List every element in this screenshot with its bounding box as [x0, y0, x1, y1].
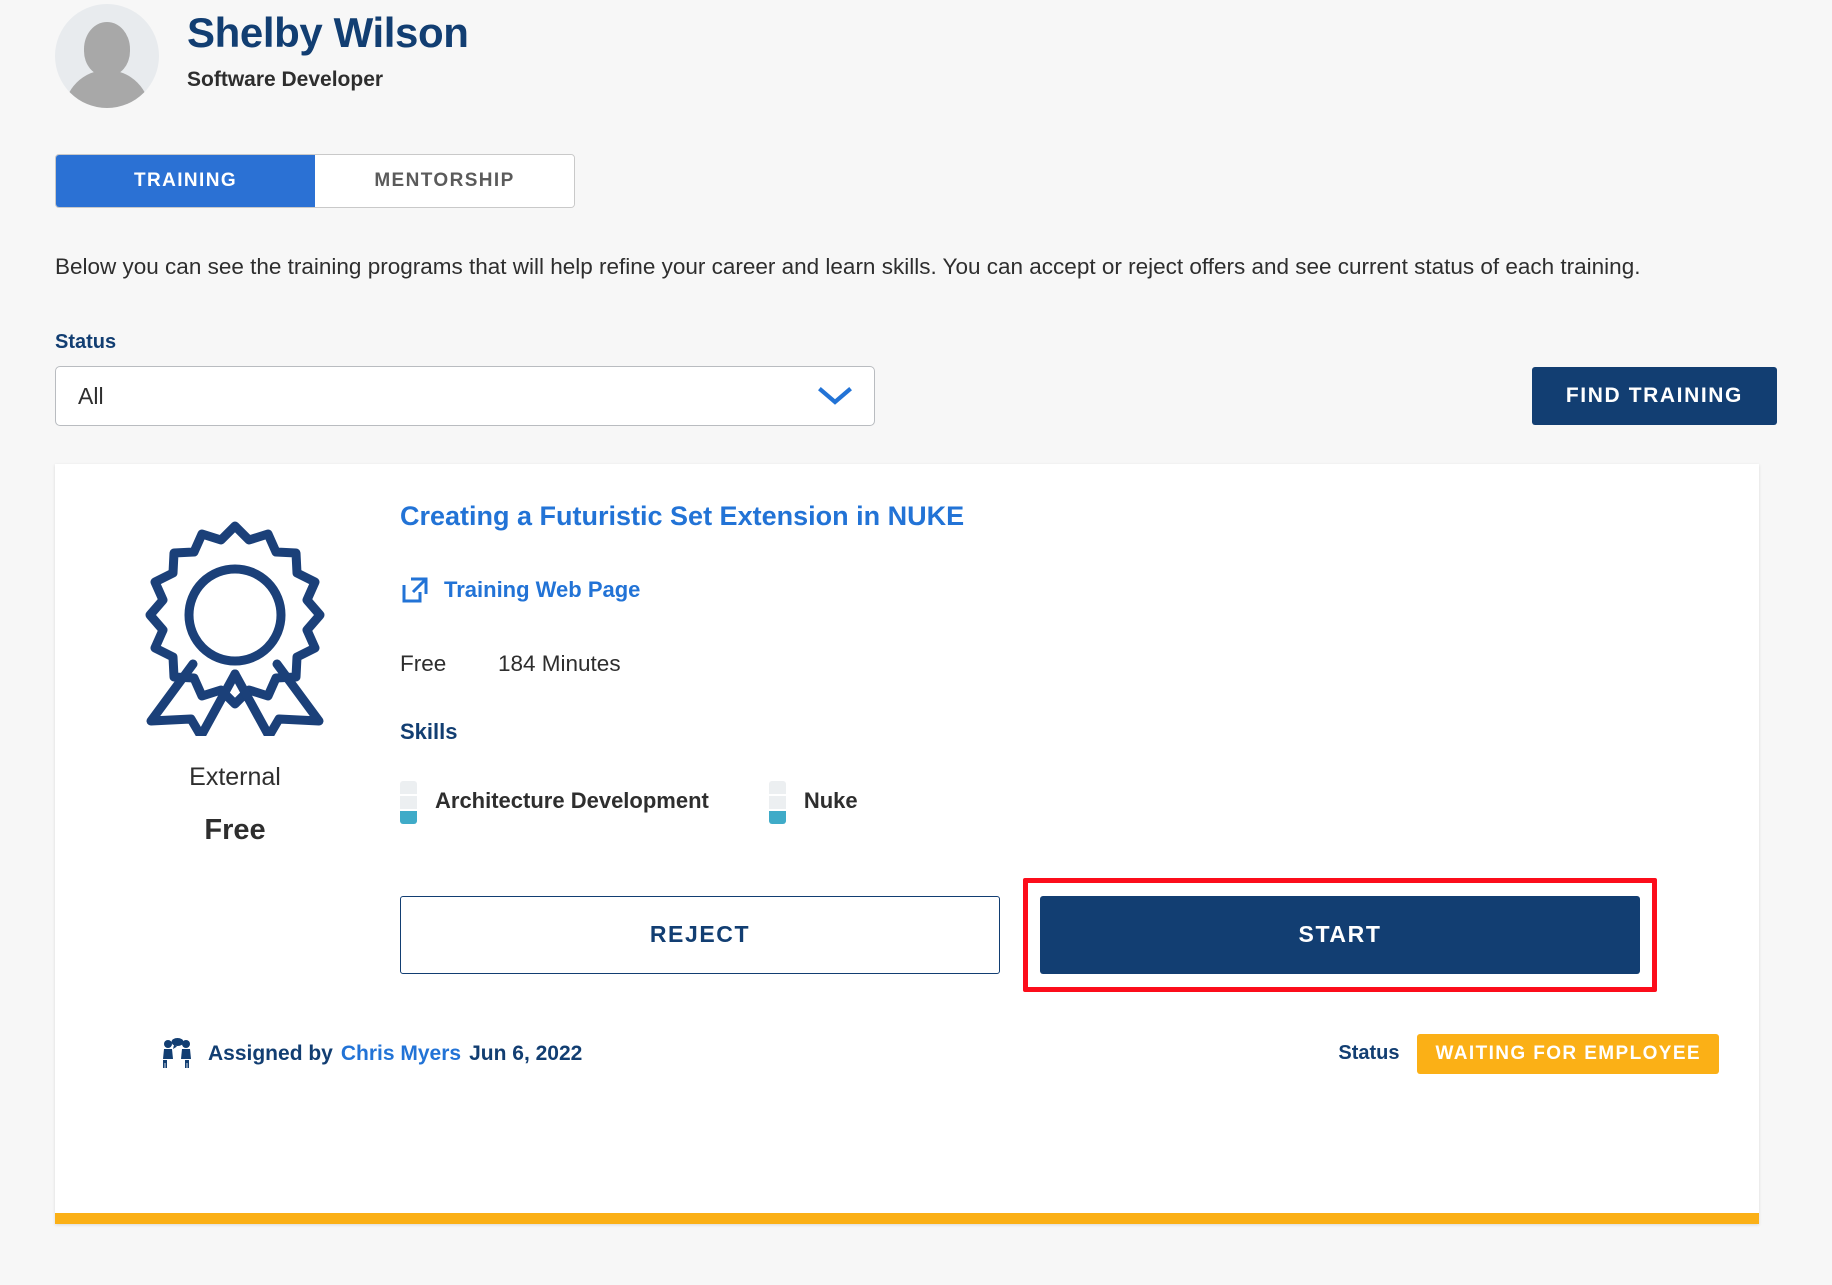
training-card-left: External Free [95, 500, 375, 991]
skill-level-segment-filled [768, 810, 786, 824]
skills-heading: Skills [400, 718, 458, 744]
training-web-page-label: Training Web Page [444, 576, 641, 602]
training-web-page-link[interactable]: Training Web Page [400, 575, 1719, 605]
tab-group: TRAINING MENTORSHIP [55, 154, 575, 208]
start-button[interactable]: START [1040, 895, 1640, 974]
external-link-icon [402, 577, 428, 603]
training-card-right: Creating a Futuristic Set Extension in N… [375, 500, 1719, 992]
skills-list: Architecture Development Nuke [400, 779, 1719, 824]
skill-level-segment-filled [400, 810, 417, 824]
profile-text: Shelby Wilson Software Developer [187, 8, 469, 92]
training-title-link[interactable]: Creating a Futuristic Set Extension in N… [400, 500, 1719, 532]
skill-level-segment [400, 780, 417, 794]
status-caption: Status [1338, 1042, 1400, 1065]
skill-name: Nuke [803, 788, 858, 814]
start-button-highlight: START [1023, 877, 1657, 992]
status-badge: WAITING FOR EMPLOYEE [1417, 1033, 1719, 1074]
status-select-value: All [78, 382, 104, 409]
status-area: Status WAITING FOR EMPLOYEE [1338, 1033, 1719, 1074]
skill-item: Architecture Development [400, 779, 709, 824]
status-filter: Status All [55, 331, 875, 427]
skill-item: Nuke [768, 779, 858, 824]
tab-training[interactable]: TRAINING [56, 155, 315, 207]
training-card-footer: Assigned by Chris Myers Jun 6, 2022 Stat… [55, 1026, 1759, 1082]
training-card-body: External Free Creating a Futuristic Set … [55, 464, 1759, 992]
training-actions: REJECT START [400, 877, 1719, 992]
card-accent-bar [55, 1213, 1759, 1225]
training-meta-row: Free 184 Minutes [400, 651, 1719, 677]
award-ribbon-icon [145, 521, 325, 737]
avatar-head-shape [84, 22, 130, 76]
training-source-type: External [189, 763, 281, 792]
people-meeting-icon [163, 1037, 191, 1068]
training-meta-cost: Free [400, 650, 447, 676]
avatar-body-shape [64, 70, 150, 108]
profile-header: Shelby Wilson Software Developer [0, 0, 1832, 120]
skill-level-gauge [400, 779, 417, 824]
status-select[interactable]: All [55, 366, 875, 427]
assigned-by-person-link[interactable]: Chris Myers [341, 1042, 461, 1066]
training-price: Free [204, 814, 266, 847]
chevron-down-icon [818, 387, 852, 406]
assigned-by-label: Assigned by [208, 1041, 333, 1065]
status-filter-label: Status [55, 331, 117, 354]
skill-level-segment [768, 795, 786, 809]
profile-role: Software Developer [187, 68, 384, 92]
page-description: Below you can see the training programs … [55, 254, 1641, 279]
find-training-button[interactable]: FIND TRAINING [1531, 367, 1777, 426]
skill-level-segment [768, 780, 786, 794]
reject-button[interactable]: REJECT [400, 895, 1000, 974]
tab-mentorship[interactable]: MENTORSHIP [315, 155, 574, 207]
training-page: Shelby Wilson Software Developer TRAININ… [0, 0, 1832, 1225]
page-title: Shelby Wilson [187, 9, 469, 56]
skill-level-segment [400, 795, 417, 809]
skill-name: Architecture Development [435, 788, 709, 814]
training-card: External Free Creating a Futuristic Set … [55, 464, 1759, 1225]
avatar [55, 4, 159, 108]
training-meta-duration: 184 Minutes [498, 650, 621, 676]
assigned-info: Assigned by Chris Myers Jun 6, 2022 [160, 1037, 582, 1071]
assigned-date: Jun 6, 2022 [469, 1041, 583, 1065]
filter-row: Status All FIND TRAINING [55, 331, 1777, 427]
skill-level-gauge [768, 779, 786, 824]
